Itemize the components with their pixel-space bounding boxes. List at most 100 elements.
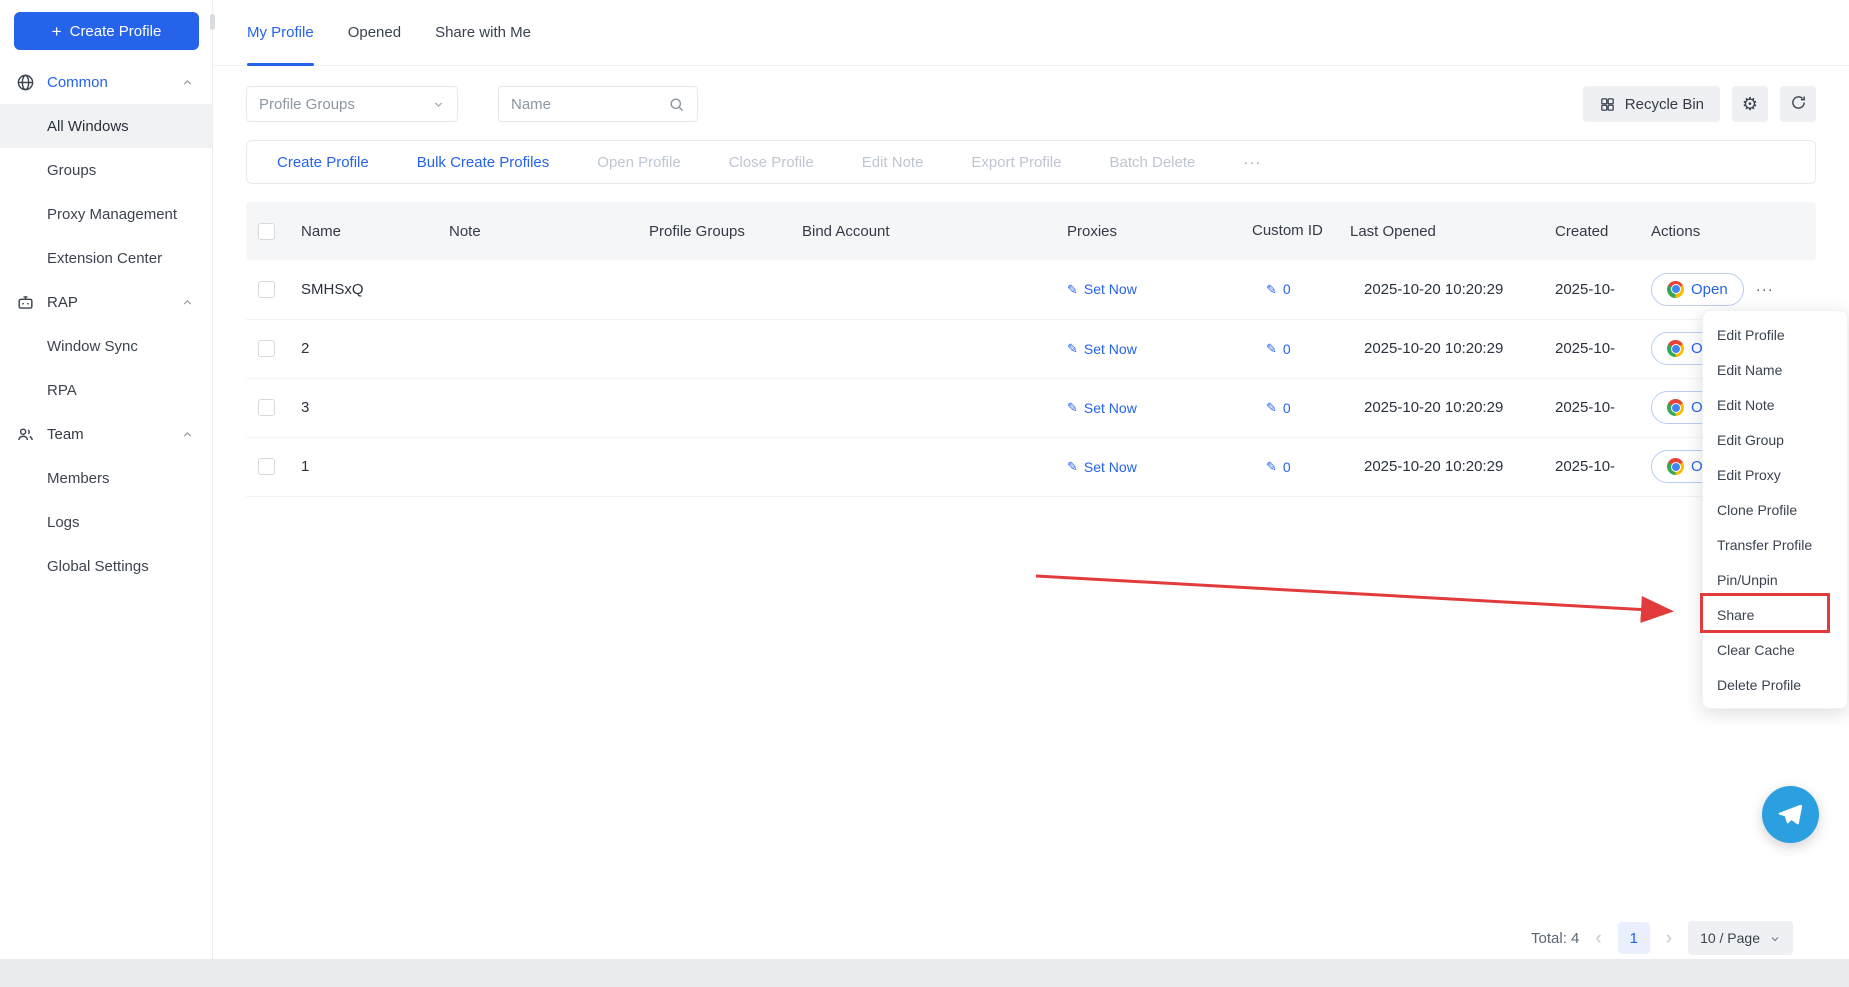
- set-proxy-link[interactable]: ✎Set Now: [1067, 400, 1137, 416]
- search-icon: [668, 96, 685, 113]
- custom-id-link[interactable]: ✎0: [1266, 341, 1291, 357]
- profile-groups-cell: [639, 437, 792, 496]
- pencil-icon: ✎: [1067, 460, 1078, 473]
- col-header-proxies: Proxies: [1043, 202, 1242, 260]
- menu-item-transfer-profile[interactable]: Transfer Profile: [1703, 527, 1847, 562]
- settings-button[interactable]: ⚙: [1732, 86, 1768, 122]
- custom-id-value: 0: [1283, 341, 1291, 357]
- action-open-profile[interactable]: Open Profile: [597, 154, 680, 171]
- action-bulk-create-profiles[interactable]: Bulk Create Profiles: [417, 154, 550, 171]
- action-close-profile[interactable]: Close Profile: [729, 154, 814, 171]
- tab-opened[interactable]: Opened: [348, 0, 401, 65]
- name-cell: 1: [291, 437, 439, 496]
- sidebar-section-common[interactable]: Common: [0, 60, 212, 104]
- sidebar-item-all-windows[interactable]: All Windows: [0, 104, 212, 148]
- custom-id-link[interactable]: ✎0: [1266, 400, 1291, 416]
- sidebar-item-global-settings[interactable]: Global Settings: [0, 544, 212, 588]
- recycle-bin-label: Recycle Bin: [1625, 96, 1704, 113]
- tab-my-profile[interactable]: My Profile: [247, 0, 314, 65]
- page-size-value: 10 / Page: [1700, 930, 1760, 946]
- set-now-label: Set Now: [1084, 281, 1137, 297]
- refresh-button[interactable]: [1780, 86, 1816, 122]
- col-header-last-opened: Last Opened: [1340, 202, 1545, 260]
- create-profile-label: Create Profile: [70, 23, 162, 40]
- col-header-created: Created: [1545, 202, 1641, 260]
- menu-item-clone-profile[interactable]: Clone Profile: [1703, 492, 1847, 527]
- select-all-checkbox[interactable]: [258, 223, 275, 240]
- refresh-icon: [1790, 94, 1807, 114]
- filter-row: Profile Groups Recy: [246, 86, 1816, 122]
- note-cell: [439, 260, 639, 319]
- prev-page-icon[interactable]: ‹: [1595, 929, 1601, 948]
- sidebar-section-team[interactable]: Team: [0, 412, 212, 456]
- menu-item-edit-note[interactable]: Edit Note: [1703, 387, 1847, 422]
- pencil-icon: ✎: [1266, 460, 1277, 473]
- sidebar-item-rpa[interactable]: RPA: [0, 368, 212, 412]
- globe-icon: [16, 73, 35, 92]
- row-more-icon[interactable]: ···: [1756, 281, 1774, 298]
- menu-item-edit-name[interactable]: Edit Name: [1703, 352, 1847, 387]
- col-header-actions: Actions: [1641, 202, 1816, 260]
- bind-account-cell: [792, 378, 1043, 437]
- row-checkbox[interactable]: [258, 458, 275, 475]
- telegram-button[interactable]: [1762, 786, 1819, 843]
- chevron-up-icon: [181, 428, 194, 441]
- set-proxy-link[interactable]: ✎Set Now: [1067, 281, 1137, 297]
- sidebar-item-proxy-management[interactable]: Proxy Management: [0, 192, 212, 236]
- row-checkbox[interactable]: [258, 281, 275, 298]
- row-checkbox[interactable]: [258, 399, 275, 416]
- custom-id-link[interactable]: ✎0: [1266, 281, 1291, 297]
- name-cell: SMHSxQ: [291, 260, 439, 319]
- set-proxy-link[interactable]: ✎Set Now: [1067, 459, 1137, 475]
- last-opened-cell: 2025-10-20 10:20:29: [1340, 437, 1545, 496]
- table-row: 2 ✎Set Now ✎0 2025-10-20 10:20:29 2025-1…: [246, 319, 1816, 378]
- profile-groups-select[interactable]: Profile Groups: [246, 86, 458, 122]
- menu-item-clear-cache[interactable]: Clear Cache: [1703, 632, 1847, 667]
- action-more-icon[interactable]: ···: [1243, 154, 1261, 171]
- menu-item-edit-profile[interactable]: Edit Profile: [1703, 317, 1847, 352]
- recycle-bin-button[interactable]: Recycle Bin: [1583, 86, 1720, 122]
- sidebar-item-window-sync[interactable]: Window Sync: [0, 324, 212, 368]
- bulk-action-bar: Create Profile Bulk Create Profiles Open…: [246, 140, 1816, 184]
- open-profile-button[interactable]: Open: [1651, 273, 1744, 306]
- recycle-bin-icon: [1599, 96, 1616, 113]
- sidebar-item-extension-center[interactable]: Extension Center: [0, 236, 212, 280]
- pencil-icon: ✎: [1266, 401, 1277, 414]
- sidebar-item-groups[interactable]: Groups: [0, 148, 212, 192]
- pagination-total: Total: 4: [1531, 930, 1579, 947]
- sidebar-item-members[interactable]: Members: [0, 456, 212, 500]
- menu-item-edit-group[interactable]: Edit Group: [1703, 422, 1847, 457]
- set-now-label: Set Now: [1084, 400, 1137, 416]
- sidebar-section-rap[interactable]: RAP: [0, 280, 212, 324]
- row-checkbox[interactable]: [258, 340, 275, 357]
- custom-id-value: 0: [1283, 459, 1291, 475]
- custom-id-link[interactable]: ✎0: [1266, 459, 1291, 475]
- section-common-label: Common: [47, 74, 181, 91]
- pagination: Total: 4 ‹ 1 › 10 / Page: [1531, 921, 1793, 955]
- chevron-up-icon: [181, 296, 194, 309]
- chevron-down-icon: [1769, 932, 1781, 944]
- next-page-icon[interactable]: ›: [1666, 929, 1672, 948]
- content-area: Profile Groups Recy: [213, 66, 1849, 497]
- action-batch-delete[interactable]: Batch Delete: [1109, 154, 1195, 171]
- action-create-profile[interactable]: Create Profile: [277, 154, 369, 171]
- menu-item-share[interactable]: Share: [1703, 597, 1847, 632]
- last-opened-cell: 2025-10-20 10:20:29: [1340, 319, 1545, 378]
- chevron-down-icon: [432, 98, 445, 111]
- tab-share-with-me[interactable]: Share with Me: [435, 0, 531, 65]
- name-search-input[interactable]: [511, 96, 668, 113]
- menu-item-delete-profile[interactable]: Delete Profile: [1703, 667, 1847, 702]
- set-proxy-link[interactable]: ✎Set Now: [1067, 341, 1137, 357]
- created-cell: 2025-10-: [1545, 378, 1641, 437]
- page-size-select[interactable]: 10 / Page: [1688, 921, 1793, 955]
- action-edit-note[interactable]: Edit Note: [862, 154, 924, 171]
- sidebar-item-logs[interactable]: Logs: [0, 500, 212, 544]
- action-export-profile[interactable]: Export Profile: [971, 154, 1061, 171]
- table-row: SMHSxQ ✎Set Now ✎0 2025-10-20 10:20:29 2…: [246, 260, 1816, 319]
- menu-item-pin-unpin[interactable]: Pin/Unpin: [1703, 562, 1847, 597]
- profile-groups-select-value: Profile Groups: [259, 96, 355, 113]
- create-profile-button[interactable]: + Create Profile: [14, 12, 199, 50]
- sidebar: + Create Profile Common All Windows Grou…: [0, 0, 213, 959]
- page-number[interactable]: 1: [1618, 922, 1650, 954]
- menu-item-edit-proxy[interactable]: Edit Proxy: [1703, 457, 1847, 492]
